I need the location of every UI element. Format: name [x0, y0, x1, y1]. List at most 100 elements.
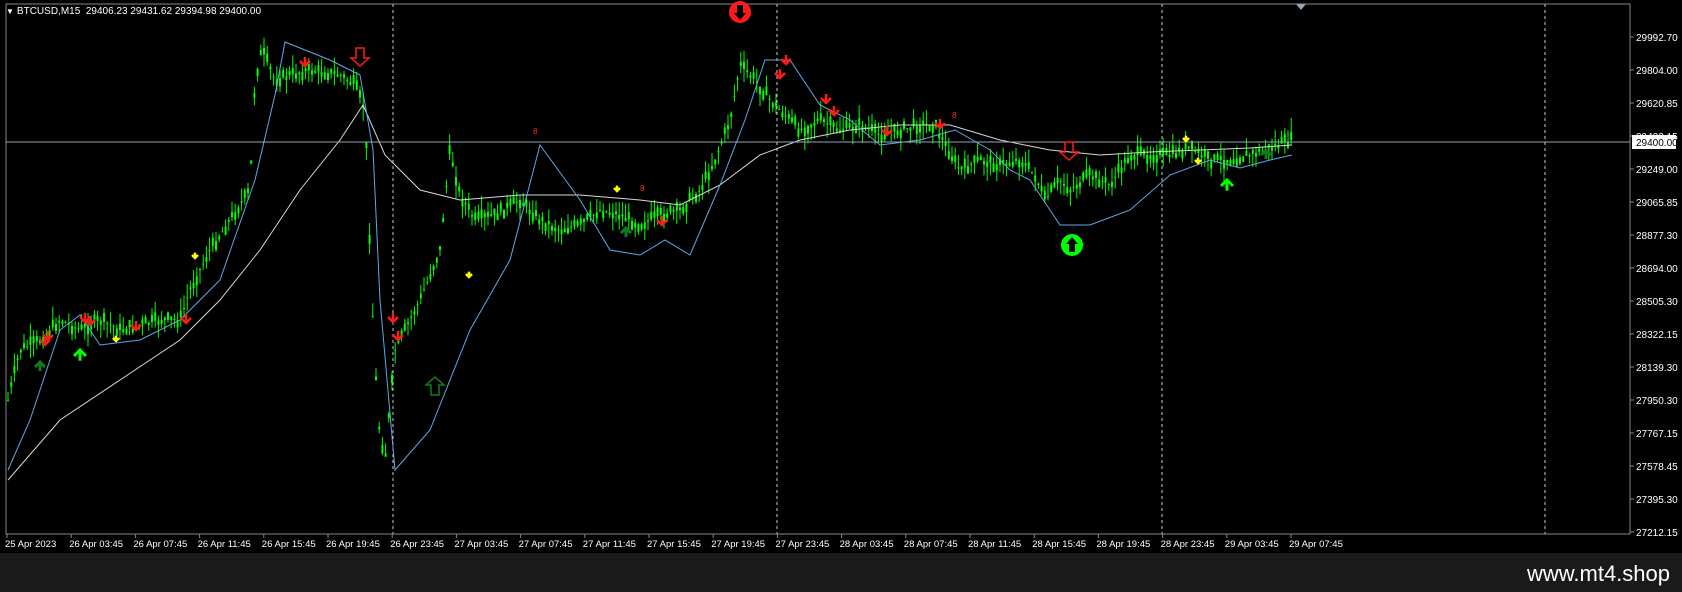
- candle-body: [455, 177, 457, 186]
- candle-body: [688, 192, 691, 201]
- price-tick-label: 28505.30: [1636, 297, 1678, 308]
- small-marker-label: 8: [640, 184, 645, 193]
- candle-body: [192, 282, 195, 288]
- candle-body: [1200, 154, 1203, 158]
- candle-body: [1149, 155, 1152, 160]
- candle-body: [445, 185, 448, 187]
- sell-arrow-icon: [613, 185, 621, 193]
- sell-arrow-icon: [881, 126, 893, 137]
- candle-body: [375, 376, 377, 380]
- candle-body: [685, 203, 688, 213]
- candle-body: [256, 68, 259, 77]
- candle-body: [675, 201, 678, 211]
- candle-body: [1242, 156, 1245, 162]
- candle-body: [1203, 149, 1206, 157]
- candle-body: [1216, 153, 1219, 160]
- candle-body: [266, 53, 269, 62]
- candle-body: [659, 207, 662, 215]
- candle-body: [371, 316, 374, 318]
- candle-body: [672, 209, 675, 212]
- candle-body: [285, 76, 288, 81]
- candle-body: [74, 327, 77, 329]
- candle-body: [899, 129, 902, 139]
- hollow-buy-arrow-icon: [424, 375, 446, 396]
- candle-body: [253, 93, 256, 98]
- candle-body: [986, 161, 989, 168]
- candle-body: [1111, 182, 1113, 187]
- candle-body: [403, 323, 406, 331]
- candle-body: [346, 79, 349, 82]
- candle-body: [963, 158, 966, 168]
- candle-body: [915, 125, 918, 135]
- candle-body: [224, 226, 227, 235]
- candle-body: [282, 69, 285, 78]
- candle-body: [967, 166, 969, 174]
- candle-body: [919, 125, 921, 133]
- time-tick-label: 28 Apr 03:45: [840, 539, 894, 550]
- candle-body: [637, 224, 640, 232]
- candle-body: [343, 74, 345, 78]
- candle-body: [538, 219, 541, 225]
- candle-body: [141, 319, 144, 325]
- candle-body: [359, 90, 361, 98]
- price-tick-label: 28139.30: [1636, 363, 1678, 374]
- candle-body: [752, 72, 755, 79]
- candle-body: [119, 323, 121, 330]
- candle-body: [851, 126, 854, 132]
- time-tick-label: 27 Apr 15:45: [647, 539, 701, 550]
- candle-body: [679, 207, 681, 210]
- candle-body: [611, 213, 614, 219]
- sell-arrow-icon: [656, 216, 668, 227]
- candle-body: [103, 313, 105, 322]
- candle-body: [771, 102, 774, 108]
- candle-body: [240, 201, 243, 203]
- candle-body: [58, 320, 61, 323]
- candle-body: [643, 222, 646, 229]
- candle-body: [163, 317, 166, 320]
- footer-bar: www.mt4.shop: [0, 553, 1682, 592]
- price-tick-label: 28322.15: [1636, 330, 1678, 341]
- candle-body: [186, 297, 189, 299]
- candle-body: [1194, 151, 1197, 153]
- candle-body: [989, 155, 992, 163]
- candle-body: [496, 213, 499, 221]
- candle-body: [333, 71, 336, 75]
- candlesticks: [7, 37, 1293, 457]
- chart-window[interactable]: ▼ BTCUSD,M15 29406.23 29431.62 29394.98 2…: [0, 0, 1682, 553]
- candle-body: [208, 249, 211, 251]
- candle-body: [1219, 156, 1222, 160]
- candle-body: [320, 71, 323, 77]
- time-tick-label: 27 Apr 11:45: [583, 539, 636, 550]
- candle-body: [608, 212, 611, 215]
- candle-body: [413, 311, 416, 315]
- candle-body: [1015, 158, 1017, 161]
- candle-body: [128, 320, 131, 328]
- candle-body: [1053, 181, 1056, 188]
- candle-body: [544, 222, 547, 231]
- sell-arrow-icon: [191, 252, 199, 260]
- candle-body: [1171, 145, 1174, 155]
- day-separators: [392, 4, 1546, 534]
- candle-body: [490, 214, 493, 216]
- candle-body: [314, 70, 317, 73]
- slow-ma-line: [7, 103, 1293, 481]
- candle-body: [858, 118, 861, 126]
- candle-body: [51, 319, 54, 328]
- candle-body: [1226, 160, 1229, 164]
- price-tick-label: 27767.15: [1636, 429, 1678, 440]
- candle-body: [416, 304, 419, 306]
- price-chart[interactable]: 29992.7029804.0029620.8529432.1529249.00…: [0, 0, 1682, 553]
- candle-body: [579, 218, 582, 225]
- candle-body: [727, 125, 729, 130]
- candle-body: [653, 211, 656, 218]
- candle-body: [272, 76, 275, 78]
- candle-body: [243, 190, 246, 198]
- chart-shift-marker-icon[interactable]: [1296, 4, 1306, 10]
- sell-arrow-icon: [387, 313, 399, 324]
- candle-body: [327, 73, 329, 80]
- candle-body: [1232, 159, 1235, 164]
- candle-body: [215, 241, 217, 250]
- candle-body: [631, 221, 633, 230]
- candle-body: [179, 310, 182, 318]
- candle-body: [1210, 160, 1213, 169]
